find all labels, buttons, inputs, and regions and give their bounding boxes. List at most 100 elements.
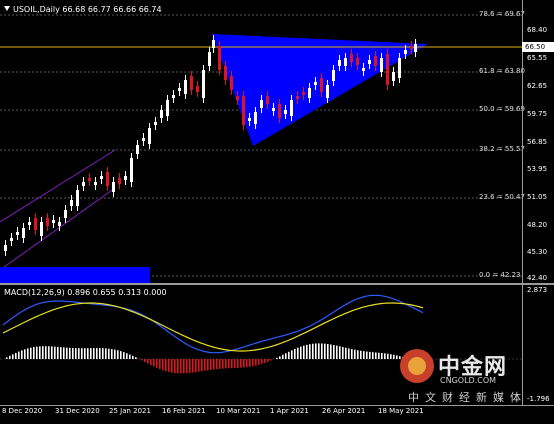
histogram-bar	[126, 353, 128, 359]
histogram-bar	[51, 346, 53, 359]
histogram-bar	[303, 346, 305, 359]
histogram-bar	[336, 346, 338, 359]
histogram-bar	[135, 357, 137, 359]
histogram-bar	[36, 347, 38, 359]
candle-body	[22, 228, 25, 238]
symbol-label[interactable]: USOIL,Daily 66.68 66.77 66.66 66.74	[4, 5, 162, 14]
histogram-bar	[249, 359, 251, 367]
histogram-bar	[42, 346, 44, 359]
candle-body	[302, 92, 305, 95]
candle-body	[260, 100, 263, 108]
price-tick: 56.85	[527, 138, 547, 146]
candle-body	[34, 218, 37, 230]
histogram-bar	[345, 348, 347, 359]
histogram-bar	[201, 359, 203, 371]
histogram-bar	[225, 359, 227, 368]
time-axis[interactable]: 8 Dec 2020 31 Dec 2020 25 Jan 2021 16 Fe…	[0, 405, 554, 424]
histogram-bar	[216, 359, 218, 369]
histogram-bar	[288, 352, 290, 359]
histogram-bar	[132, 356, 134, 359]
candle-body	[82, 182, 85, 186]
candle-body	[118, 178, 121, 184]
histogram-bar	[18, 352, 20, 359]
histogram-bar	[315, 343, 317, 359]
histogram-bar	[9, 356, 11, 359]
histogram-bar	[270, 359, 272, 361]
histogram-bar	[141, 359, 143, 360]
histogram-bar	[54, 347, 56, 359]
histogram-bar	[333, 345, 335, 359]
histogram-bar	[186, 359, 188, 373]
fib-level-500: 50.0 = 59.69	[479, 105, 525, 113]
histogram-bar	[105, 348, 107, 359]
candle-body	[190, 76, 193, 90]
histogram-bar	[174, 359, 176, 373]
chart-window[interactable]: USOIL,Daily 66.68 66.77 66.66 66.74 78.6…	[0, 0, 554, 423]
time-tick: 18 May 2021	[378, 407, 424, 415]
candle-body	[136, 145, 139, 154]
candle-body	[344, 58, 347, 66]
watermark-subtitle: 中文财经新媒体	[408, 389, 527, 405]
histogram-bar	[246, 359, 248, 367]
histogram-bar	[252, 359, 254, 366]
histogram-bar	[210, 359, 212, 370]
time-tick: 26 Apr 2021	[322, 407, 365, 415]
histogram-bar	[12, 354, 14, 359]
candle-body	[10, 238, 13, 241]
candle-body	[202, 70, 205, 98]
histogram-bar	[294, 349, 296, 359]
histogram-bar	[390, 354, 392, 359]
candle-body	[296, 96, 299, 99]
price-chart-area[interactable]: USOIL,Daily 66.68 66.77 66.66 66.74 78.6…	[0, 0, 522, 283]
candle-body	[368, 60, 371, 64]
histogram-bar	[81, 348, 83, 359]
time-tick: 8 Dec 2020	[2, 407, 42, 415]
price-tick: 45.30	[527, 248, 547, 256]
histogram-bar	[351, 349, 353, 359]
candle-body	[356, 58, 359, 65]
histogram-bar	[99, 348, 101, 359]
candle-body	[254, 112, 257, 124]
histogram-bar	[261, 359, 263, 364]
histogram-bar	[159, 359, 161, 369]
current-price-tag: 66.50	[522, 42, 554, 52]
histogram-bar	[75, 348, 77, 359]
price-tick: 65.55	[527, 54, 547, 62]
candle-body	[374, 56, 377, 66]
histogram-bar	[285, 353, 287, 359]
candle-body	[58, 222, 61, 226]
histogram-bar	[318, 343, 320, 359]
candle-body	[266, 96, 269, 104]
symbol-label-text: USOIL,Daily 66.68 66.77 66.66 66.74	[13, 5, 162, 14]
candle-body	[326, 85, 329, 98]
candle-body	[184, 80, 187, 94]
candle-body	[338, 60, 341, 66]
candle-body	[40, 222, 43, 236]
histogram-bar	[183, 359, 185, 373]
candle-body	[212, 40, 215, 48]
histogram-bar	[237, 359, 239, 368]
dropdown-triangle-icon[interactable]	[4, 6, 10, 11]
histogram-bar	[108, 349, 110, 359]
candle-body	[414, 44, 417, 52]
price-chart-svg	[0, 0, 522, 283]
macd-signal-line	[3, 303, 423, 351]
histogram-bar	[93, 348, 95, 359]
price-tick: 48.20	[527, 221, 547, 229]
price-axis[interactable]: 68.40 65.55 62.65 59.75 56.85 53.95 51.0…	[522, 0, 554, 405]
histogram-bar	[324, 344, 326, 359]
candle-body	[362, 68, 365, 71]
histogram-bar	[123, 352, 125, 359]
histogram-bar	[45, 346, 47, 359]
time-tick: 31 Dec 2020	[55, 407, 100, 415]
histogram-bar	[204, 359, 206, 371]
histogram-bar	[240, 359, 242, 368]
fib-level-786: 78.6 = 69.67	[479, 10, 525, 18]
histogram-bar	[339, 346, 341, 359]
histogram-bar	[366, 352, 368, 359]
histogram-bar	[375, 352, 377, 359]
price-tick: 68.40	[527, 26, 547, 34]
candle-body	[196, 86, 199, 92]
histogram-bar	[282, 355, 284, 359]
candle-body	[178, 88, 181, 91]
